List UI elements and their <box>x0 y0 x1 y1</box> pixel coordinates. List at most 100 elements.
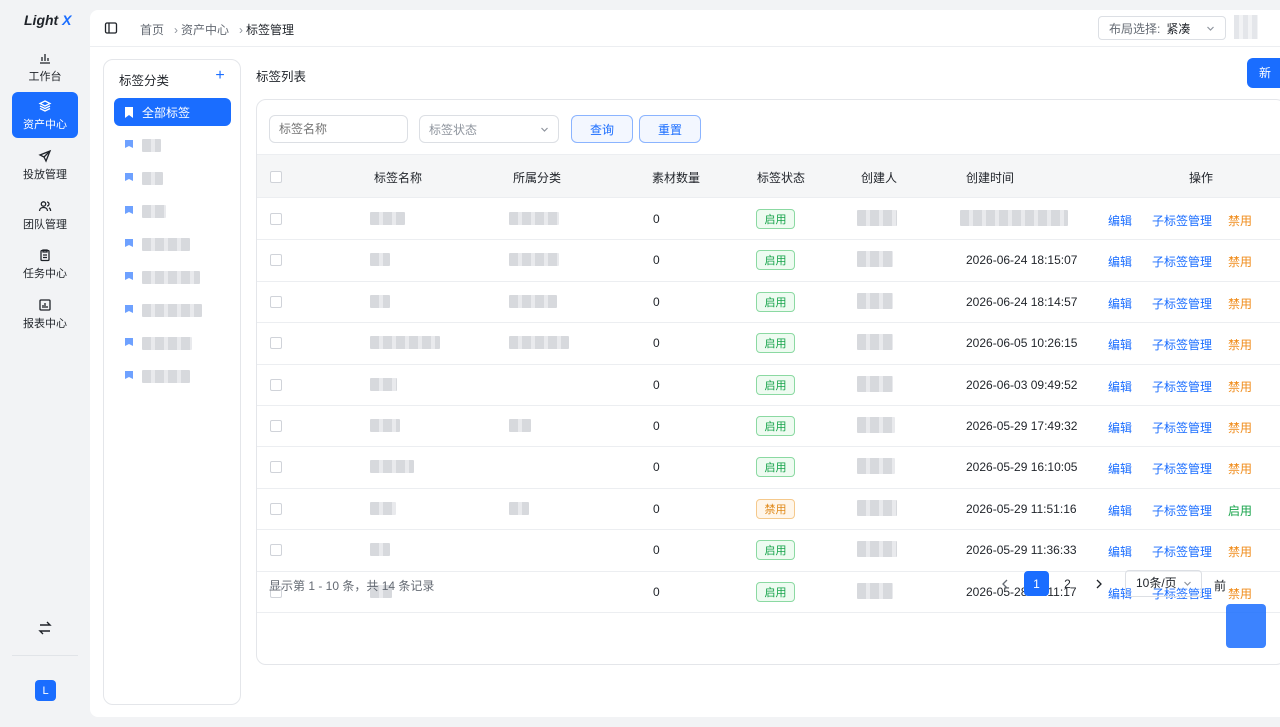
category-item[interactable] <box>114 230 231 258</box>
edit-link[interactable]: 编辑 <box>1108 502 1132 519</box>
category-panel-title: 标签分类 <box>119 74 170 88</box>
layout-select[interactable]: 布局选择: 紧凑 <box>1098 16 1226 40</box>
edit-link[interactable]: 编辑 <box>1108 419 1132 436</box>
toggle-status-link[interactable]: 启用 <box>1228 502 1252 519</box>
category-item[interactable] <box>114 362 231 390</box>
page-size-select[interactable]: 10条/页 <box>1125 570 1202 597</box>
category-item[interactable] <box>114 296 231 324</box>
rail-divider <box>12 655 78 656</box>
toggle-status-link[interactable]: 禁用 <box>1228 460 1252 477</box>
blurred-text <box>142 303 202 317</box>
rail-item-workbench[interactable]: 工作台 <box>12 44 78 90</box>
sub-tags-link[interactable]: 子标签管理 <box>1152 460 1212 477</box>
material-count: 0 <box>653 336 660 351</box>
swap-icon[interactable] <box>37 620 53 636</box>
toggle-status-link[interactable]: 禁用 <box>1228 295 1252 312</box>
sub-tags-link[interactable]: 子标签管理 <box>1152 543 1212 560</box>
row-checkbox[interactable] <box>270 254 282 267</box>
table-row[interactable]: 0 启用 2026-06-05 10:26:15 编辑 子标签管理 禁用 <box>257 323 1280 365</box>
edit-link[interactable]: 编辑 <box>1108 543 1132 560</box>
edit-link[interactable]: 编辑 <box>1108 336 1132 353</box>
sub-tags-link[interactable]: 子标签管理 <box>1152 419 1212 436</box>
breadcrumb-separator-icon: › <box>174 22 179 37</box>
edit-link[interactable]: 编辑 <box>1108 460 1132 477</box>
report-icon <box>39 298 51 311</box>
rail-item-delivery[interactable]: 投放管理 <box>12 142 78 188</box>
table-row[interactable]: 0 启用 2026-05-29 11:36:33 编辑 子标签管理 禁用 <box>257 530 1280 572</box>
sub-tags-link[interactable]: 子标签管理 <box>1152 212 1212 229</box>
blurred-tag-name <box>370 460 414 474</box>
edit-link[interactable]: 编辑 <box>1108 378 1132 395</box>
query-button[interactable]: 查询 <box>571 115 633 143</box>
blurred-text <box>142 369 190 383</box>
blurred-creator <box>857 499 897 516</box>
toggle-status-link[interactable]: 禁用 <box>1228 585 1252 602</box>
floating-help-button[interactable] <box>1226 604 1266 648</box>
material-count: 0 <box>653 253 660 268</box>
row-checkbox[interactable] <box>270 337 282 350</box>
category-item[interactable] <box>114 131 231 159</box>
rail-item-assets[interactable]: 资产中心 <box>12 92 78 138</box>
table-row[interactable]: 0 启用 2026-06-24 18:15:07 编辑 子标签管理 禁用 <box>257 240 1280 282</box>
blurred-creator <box>857 417 895 433</box>
blurred-creator <box>857 541 897 558</box>
toggle-status-link[interactable]: 禁用 <box>1228 212 1252 229</box>
table-row[interactable]: 0 启用 编辑 子标签管理 禁用 <box>257 199 1280 241</box>
row-checkbox[interactable] <box>270 295 282 308</box>
breadcrumb-home[interactable]: 首页 <box>140 21 164 38</box>
toggle-status-link[interactable]: 禁用 <box>1228 336 1252 353</box>
table-row[interactable]: 0 禁用 2026-05-29 11:51:16 编辑 子标签管理 启用 <box>257 489 1280 531</box>
top-avatar[interactable] <box>1234 15 1258 39</box>
blurred-tag-name <box>370 253 390 267</box>
row-checkbox[interactable] <box>270 213 282 225</box>
add-category-icon[interactable]: + <box>213 68 227 84</box>
next-page-icon[interactable] <box>1091 576 1107 592</box>
table-row[interactable]: 0 启用 2026-05-29 17:49:32 编辑 子标签管理 禁用 <box>257 406 1280 448</box>
row-checkbox[interactable] <box>270 461 282 474</box>
user-avatar[interactable]: L <box>35 680 56 701</box>
blurred-text <box>142 204 166 218</box>
toggle-status-link[interactable]: 禁用 <box>1228 378 1252 395</box>
sub-tags-link[interactable]: 子标签管理 <box>1152 336 1212 353</box>
row-checkbox[interactable] <box>270 544 282 557</box>
select-all-checkbox[interactable] <box>270 171 282 183</box>
toggle-status-link[interactable]: 禁用 <box>1228 543 1252 560</box>
blurred-tag-name <box>370 543 390 557</box>
send-icon <box>38 149 52 163</box>
toggle-status-link[interactable]: 禁用 <box>1228 253 1252 270</box>
table-row[interactable]: 0 启用 2026-06-24 18:14:57 编辑 子标签管理 禁用 <box>257 282 1280 324</box>
edit-link[interactable]: 编辑 <box>1108 253 1132 270</box>
sub-tags-link[interactable]: 子标签管理 <box>1152 253 1212 270</box>
table-row[interactable]: 0 启用 2026-05-29 16:10:05 编辑 子标签管理 禁用 <box>257 447 1280 489</box>
category-item[interactable] <box>114 164 231 192</box>
sub-tags-link[interactable]: 子标签管理 <box>1152 502 1212 519</box>
category-item[interactable] <box>114 197 231 225</box>
page-1[interactable]: 1 <box>1024 571 1049 596</box>
category-item[interactable] <box>114 329 231 357</box>
app-logo[interactable]: Light X <box>24 12 71 28</box>
category-item[interactable] <box>114 263 231 291</box>
row-checkbox[interactable] <box>270 420 282 432</box>
rail-item-reports[interactable]: 报表中心 <box>12 291 78 337</box>
prev-page-icon[interactable] <box>997 576 1013 592</box>
status-badge: 启用 <box>756 540 795 561</box>
edit-link[interactable]: 编辑 <box>1108 212 1132 229</box>
breadcrumb-assets[interactable]: 资产中心 <box>181 21 229 38</box>
sub-tags-link[interactable]: 子标签管理 <box>1152 295 1212 312</box>
reset-button[interactable]: 重置 <box>639 115 701 143</box>
page-2[interactable]: 2 <box>1055 571 1080 596</box>
tag-status-select[interactable]: 标签状态 <box>419 115 559 143</box>
toggle-status-link[interactable]: 禁用 <box>1228 419 1252 436</box>
row-checkbox[interactable] <box>270 378 282 391</box>
sub-tags-link[interactable]: 子标签管理 <box>1152 378 1212 395</box>
sidebar-toggle-icon[interactable] <box>104 21 118 35</box>
status-badge: 启用 <box>756 374 795 395</box>
category-item-all[interactable]: 全部标签 <box>114 98 231 126</box>
new-tag-button[interactable]: 新 <box>1247 58 1280 88</box>
rail-item-tasks[interactable]: 任务中心 <box>12 241 78 287</box>
tag-name-input[interactable] <box>269 115 408 143</box>
row-checkbox[interactable] <box>270 502 282 515</box>
rail-item-team[interactable]: 团队管理 <box>12 192 78 238</box>
table-row[interactable]: 0 启用 2026-06-03 09:49:52 编辑 子标签管理 禁用 <box>257 365 1280 406</box>
edit-link[interactable]: 编辑 <box>1108 295 1132 312</box>
